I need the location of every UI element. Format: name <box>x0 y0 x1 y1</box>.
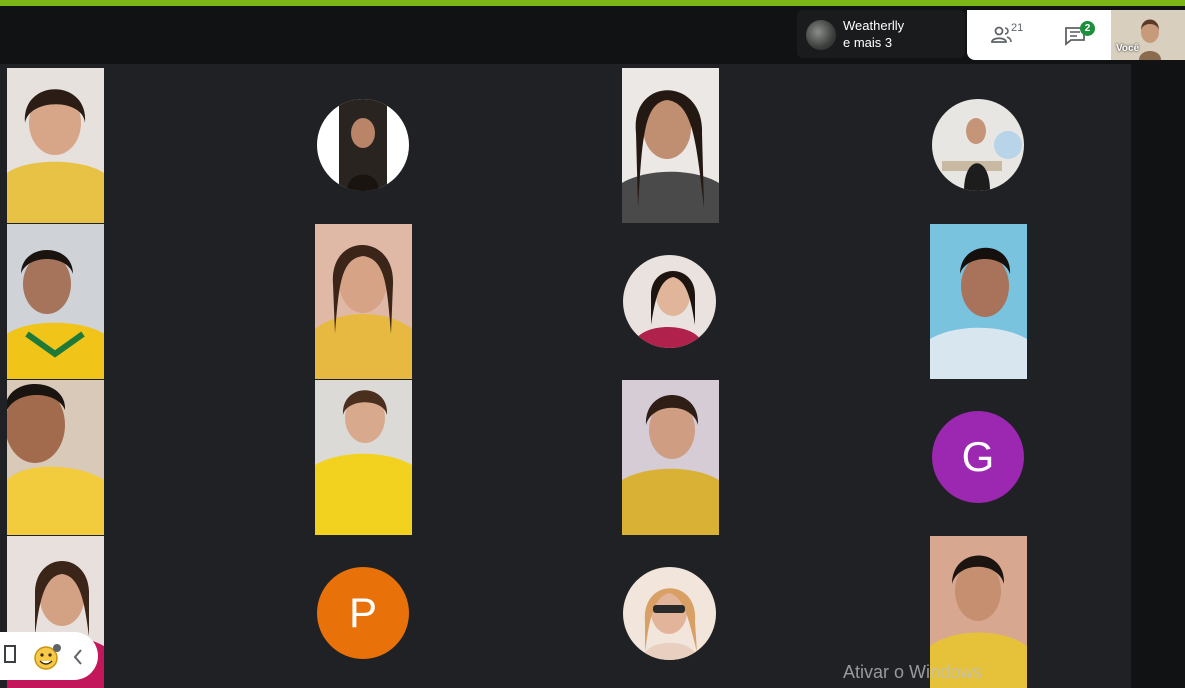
participant-tile[interactable] <box>622 380 719 535</box>
participant-tile[interactable] <box>7 68 104 223</box>
participant-tile[interactable] <box>315 224 412 379</box>
presenter-avatar <box>806 20 836 50</box>
participant-tile[interactable] <box>315 380 412 535</box>
participant-tile[interactable] <box>7 224 104 379</box>
doc-icon[interactable] <box>4 642 18 666</box>
participant-tile[interactable] <box>622 68 719 223</box>
chat-button[interactable]: 2 <box>1060 20 1100 50</box>
participant-avatar[interactable] <box>932 99 1024 191</box>
presenter-name: Weatherlly <box>843 18 905 33</box>
chevron-left-icon[interactable] <box>72 648 84 666</box>
participant-initial-avatar[interactable]: G <box>932 411 1024 503</box>
floating-toolbar <box>0 632 98 680</box>
participant-initial-avatar[interactable]: P <box>317 567 409 659</box>
self-view-label: Você <box>1116 43 1140 54</box>
people-icon <box>991 26 1012 43</box>
participant-avatar[interactable] <box>317 99 409 191</box>
participant-avatar[interactable] <box>623 567 716 660</box>
right-side-strip <box>1131 64 1185 688</box>
participant-tile[interactable] <box>7 380 104 535</box>
windows-activation-watermark: Ativar o Windows <box>843 662 983 682</box>
participant-avatar[interactable] <box>623 255 716 348</box>
people-count: 21 <box>1011 22 1024 34</box>
people-button[interactable]: 21 <box>987 20 1037 50</box>
emoji-icon[interactable] <box>32 642 62 672</box>
participant-tile[interactable] <box>930 224 1027 379</box>
presenter-others: e mais 3 <box>843 35 893 50</box>
chat-unread-badge: 2 <box>1080 21 1095 36</box>
